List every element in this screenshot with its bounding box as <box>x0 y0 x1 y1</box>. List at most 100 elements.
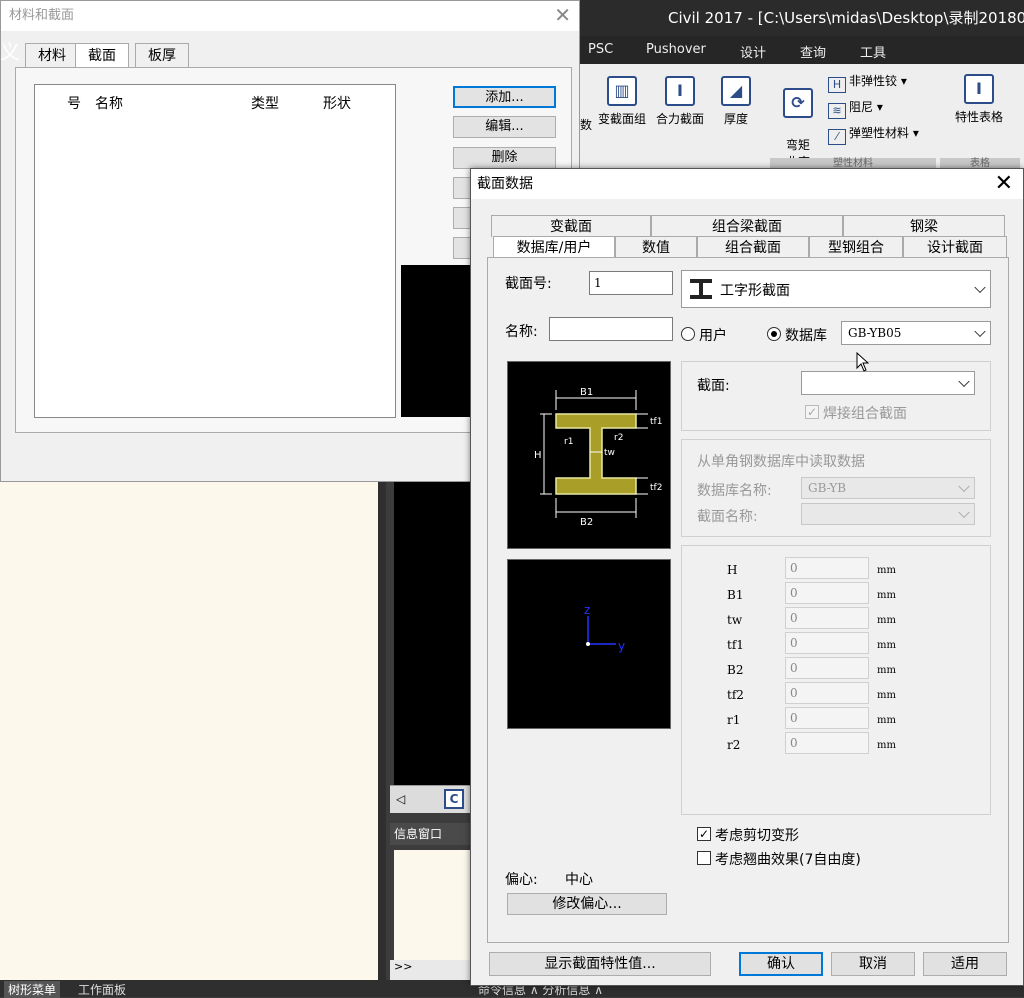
view-tab-bar[interactable]: ◁ C <box>390 785 474 813</box>
dim-field-r2[interactable]: 0 <box>785 732 869 754</box>
scroll-left-icon[interactable]: ◁ <box>396 792 405 806</box>
section-data-dialog: 截面数据 ✕ 变截面 组合梁截面 钢梁 数据库/用户 数值 组合截面 型钢组合 … <box>470 168 1024 986</box>
tab-tree-menu[interactable]: 树形菜单 <box>4 981 61 998</box>
ribbon-tab-query[interactable]: 查询 <box>800 42 826 61</box>
tab-steel-beam[interactable]: 钢梁 <box>843 215 1005 237</box>
ok-button[interactable]: 确认 <box>739 952 823 976</box>
tab-value[interactable]: 数值 <box>615 236 697 258</box>
section-id-field[interactable]: 1 <box>589 271 673 295</box>
db-name-combo[interactable]: GB-YB <box>801 477 975 499</box>
tab-thickness[interactable]: 板厚 <box>135 43 189 67</box>
edit-button[interactable]: 编辑... <box>453 116 556 138</box>
property-table-button[interactable]: I 特性表格 <box>942 74 1016 125</box>
ribbon-tabs: PSC Pushover 设计 查询 工具 <box>580 36 1024 64</box>
delete-button[interactable]: 删除 <box>453 147 556 169</box>
dim-field-tf1[interactable]: 0 <box>785 632 869 654</box>
apply-button[interactable]: 适用 <box>923 952 1007 976</box>
section-list[interactable]: 号 名称 类型 形状 <box>34 84 396 418</box>
user-radio-label[interactable]: 用户 <box>699 325 727 345</box>
axis-label-y: y <box>618 639 625 653</box>
chevron-down-icon <box>974 325 986 338</box>
dim-field-tw[interactable]: 0 <box>785 607 869 629</box>
section-name-label: 截面名称: <box>697 509 758 525</box>
diagram-label-tw: tw <box>604 448 615 458</box>
ribbon-tab-design[interactable]: 设计 <box>740 42 766 61</box>
add-button[interactable]: 添加... <box>453 86 556 108</box>
welded-checkbox[interactable]: ✓ <box>805 405 819 419</box>
section-name-combo[interactable] <box>801 503 975 525</box>
tab-section[interactable]: 截面 <box>75 43 129 67</box>
tab-design-section[interactable]: 设计截面 <box>903 236 1007 258</box>
dim-field-h[interactable]: 0 <box>785 557 869 579</box>
view-tab-icon[interactable]: C <box>444 789 464 809</box>
dim-label-r1: r1 <box>727 713 741 727</box>
user-radio[interactable] <box>681 327 695 341</box>
angle-db-title: 从单角钢数据库中读取数据 <box>697 454 865 470</box>
tapered-group-button[interactable]: ▥ 变截面组 <box>594 76 650 127</box>
col-type[interactable]: 类型 <box>251 93 279 113</box>
modify-offset-button[interactable]: 修改偏心... <box>507 893 667 915</box>
ribbon-tab-tools[interactable]: 工具 <box>860 42 886 61</box>
section-type-combo[interactable]: 工字形截面 <box>681 270 991 308</box>
shear-deformation-checkbox[interactable]: ✓ <box>697 827 711 841</box>
close-icon[interactable]: ✕ <box>995 170 1013 198</box>
section-combo[interactable] <box>801 371 975 395</box>
database-radio[interactable] <box>767 327 781 341</box>
plastic-material-button[interactable]: ⁄ 弹塑性材料 ▾ <box>828 124 919 145</box>
info-window <box>394 850 474 960</box>
col-number[interactable]: 号 <box>67 93 81 113</box>
material-dialog-title: 材料和截面 <box>1 1 579 31</box>
ribbon-tab-psc[interactable]: PSC <box>588 42 613 57</box>
dim-field-r1[interactable]: 0 <box>785 707 869 729</box>
db-name-value: GB-YB <box>808 481 847 495</box>
thickness-button[interactable]: ◢ 厚度 <box>712 76 760 127</box>
moment-curvature-icon: ⟳ <box>783 88 813 118</box>
name-field[interactable] <box>549 317 673 341</box>
mouse-cursor-icon <box>856 351 870 372</box>
dim-field-b2[interactable]: 0 <box>785 657 869 679</box>
dim-unit-b2: mm <box>877 665 896 676</box>
cancel-button[interactable]: 取消 <box>831 952 915 976</box>
offset-label: 偏心: <box>505 872 538 888</box>
close-icon[interactable]: ✕ <box>554 3 571 27</box>
col-name[interactable]: 名称 <box>95 93 123 113</box>
warping-label: 考虑翘曲效果(7自由度) <box>715 852 861 868</box>
axis-label-z: z <box>584 603 590 617</box>
damping-button[interactable]: ≋ 阻尼 ▾ <box>828 98 883 119</box>
preview-strip <box>401 265 473 417</box>
material-curve-icon: ⁄ <box>828 129 846 145</box>
show-properties-button[interactable]: 显示截面特性值... <box>489 952 711 976</box>
tab-database-user[interactable]: 数据库/用户 <box>493 236 615 258</box>
composite-force-button[interactable]: I 合力截面 <box>652 76 708 127</box>
warping-checkbox[interactable] <box>697 851 711 865</box>
diagram-label-b2: B2 <box>580 517 593 528</box>
command-prompt[interactable]: >> <box>390 960 474 980</box>
tab-material[interactable]: 材料 <box>25 43 79 67</box>
chevron-down-icon <box>958 480 970 493</box>
col-shape[interactable]: 形状 <box>323 93 351 113</box>
dim-unit-r2: mm <box>877 740 896 751</box>
database-combo[interactable]: GB-YB05 <box>841 321 991 345</box>
i-beam-icon <box>690 279 712 299</box>
thickness-icon: ◢ <box>721 76 751 106</box>
tab-steel-combo[interactable]: 型钢组合 <box>809 236 903 258</box>
tab-work-panel[interactable]: 工作面板 <box>78 981 126 998</box>
dim-unit-b1: mm <box>877 590 896 601</box>
tab-composite-beam[interactable]: 组合梁截面 <box>651 215 843 237</box>
inelastic-hinge-button[interactable]: H 非弹性铰 ▾ <box>828 72 907 93</box>
property-table-icon: I <box>964 74 994 104</box>
chevron-down-icon <box>974 281 986 294</box>
dim-field-tf2[interactable]: 0 <box>785 682 869 704</box>
database-radio-label[interactable]: 数据库 <box>785 325 827 345</box>
dim-field-b1[interactable]: 0 <box>785 582 869 604</box>
tab-tapered[interactable]: 变截面 <box>491 215 651 237</box>
chevron-down-icon <box>958 506 970 519</box>
left-edge-label: 义 <box>0 40 20 64</box>
offset-value: 中心 <box>565 872 593 888</box>
tab-combined-section[interactable]: 组合截面 <box>697 236 809 258</box>
ribbon-tab-pushover[interactable]: Pushover <box>646 42 706 57</box>
section-id-label: 截面号: <box>505 276 552 292</box>
diagram-label-tf1: tf1 <box>650 417 662 427</box>
section-diagram: B1 B2 H tw tf1 tf2 r1 r2 <box>507 361 671 549</box>
tree-menu-panel <box>0 480 386 980</box>
